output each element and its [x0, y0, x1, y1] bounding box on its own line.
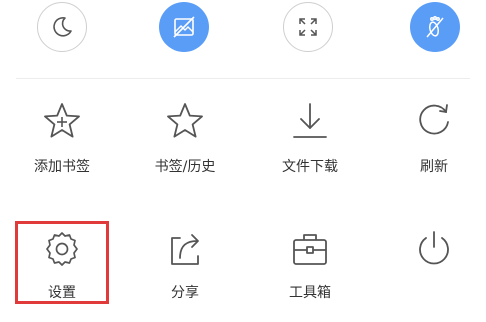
toolbox-button[interactable]: 工具箱 [260, 222, 360, 322]
power-icon [419, 231, 449, 265]
add-bookmark-label: 添加书签 [34, 159, 90, 175]
share-label: 分享 [171, 285, 199, 301]
share-button[interactable]: 分享 [135, 222, 235, 322]
section-divider [16, 78, 470, 79]
incognito-mode-toggle[interactable] [410, 2, 460, 52]
no-image-mode-toggle[interactable] [159, 2, 209, 52]
add-bookmark-button[interactable]: 添加书签 [12, 100, 112, 200]
quick-toggle-row [0, 0, 486, 60]
toolbox-icon [293, 234, 327, 265]
fullscreen-icon [299, 18, 317, 36]
refresh-button[interactable]: 刷新 [384, 100, 484, 200]
download-icon [293, 103, 327, 138]
toolbox-label: 工具箱 [289, 285, 331, 301]
fullscreen-toggle[interactable] [283, 2, 333, 52]
refresh-icon [419, 104, 449, 135]
refresh-label: 刷新 [420, 159, 448, 175]
star-plus-icon [44, 103, 80, 138]
share-icon [171, 234, 199, 265]
exit-button[interactable] [384, 222, 484, 322]
moon-icon [53, 17, 72, 37]
bookmarks-history-label: 书签/历史 [154, 159, 216, 175]
browser-menu-panel: 添加书签 书签/历史 文件下载 刷新 设置 分享 工具箱 [0, 0, 486, 311]
no-image-icon [173, 16, 195, 38]
file-download-button[interactable]: 文件下载 [260, 100, 360, 200]
footprint-icon [426, 16, 444, 38]
star-icon [167, 103, 203, 138]
settings-highlight-box [15, 221, 109, 304]
file-download-label: 文件下载 [282, 159, 338, 175]
night-mode-toggle[interactable] [37, 2, 87, 52]
bookmarks-history-button[interactable]: 书签/历史 [135, 100, 235, 200]
